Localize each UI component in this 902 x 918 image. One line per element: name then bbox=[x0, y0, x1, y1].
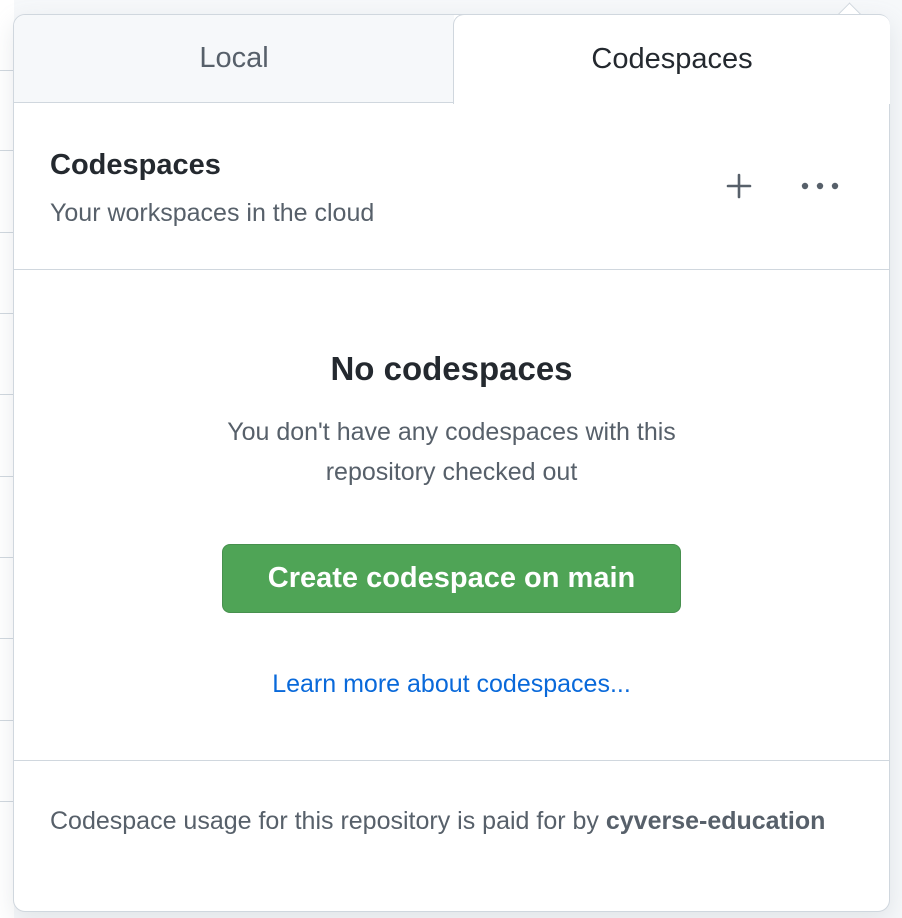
background-divider bbox=[0, 394, 14, 395]
plus-icon bbox=[726, 173, 752, 199]
billing-org-name: cyverse-education bbox=[605, 807, 826, 835]
more-options-button[interactable] bbox=[795, 165, 845, 207]
tab-local-label: Local bbox=[199, 42, 269, 74]
background-divider bbox=[0, 638, 14, 639]
empty-state-title: No codespaces bbox=[330, 350, 573, 387]
tab-codespaces-label: Codespaces bbox=[591, 43, 753, 75]
new-codespace-button[interactable] bbox=[714, 165, 764, 207]
billing-note-text: Codespace usage for this repository is p… bbox=[50, 807, 606, 835]
tab-bar: Local Codespaces bbox=[14, 14, 890, 104]
tab-codespaces[interactable]: Codespaces bbox=[453, 14, 890, 104]
billing-note: Codespace usage for this repository is p… bbox=[50, 801, 840, 841]
section-title: Codespaces bbox=[50, 149, 221, 181]
section-subtitle: Your workspaces in the cloud bbox=[50, 199, 375, 227]
empty-state-description: You don't have any codespaces with this … bbox=[227, 418, 676, 486]
create-codespace-button[interactable]: Create codespace on main bbox=[222, 544, 681, 613]
background-divider bbox=[0, 720, 14, 721]
learn-more-link[interactable]: Learn more about codespaces... bbox=[14, 670, 889, 699]
background-divider bbox=[0, 313, 14, 314]
kebab-horizontal-icon bbox=[801, 182, 839, 190]
tab-local[interactable]: Local bbox=[14, 15, 454, 103]
background-divider bbox=[0, 476, 14, 477]
background-divider bbox=[0, 801, 14, 802]
background-divider bbox=[0, 70, 14, 71]
codespaces-header: Codespaces Your workspaces in the cloud bbox=[14, 103, 889, 270]
background-divider bbox=[0, 150, 14, 151]
code-popover: Local Codespaces Codespaces Your workspa… bbox=[13, 2, 890, 912]
empty-state: No codespaces You don't have any codespa… bbox=[14, 270, 889, 761]
background-divider bbox=[0, 232, 14, 233]
background-divider bbox=[0, 557, 14, 558]
background-page-edge bbox=[0, 0, 14, 918]
